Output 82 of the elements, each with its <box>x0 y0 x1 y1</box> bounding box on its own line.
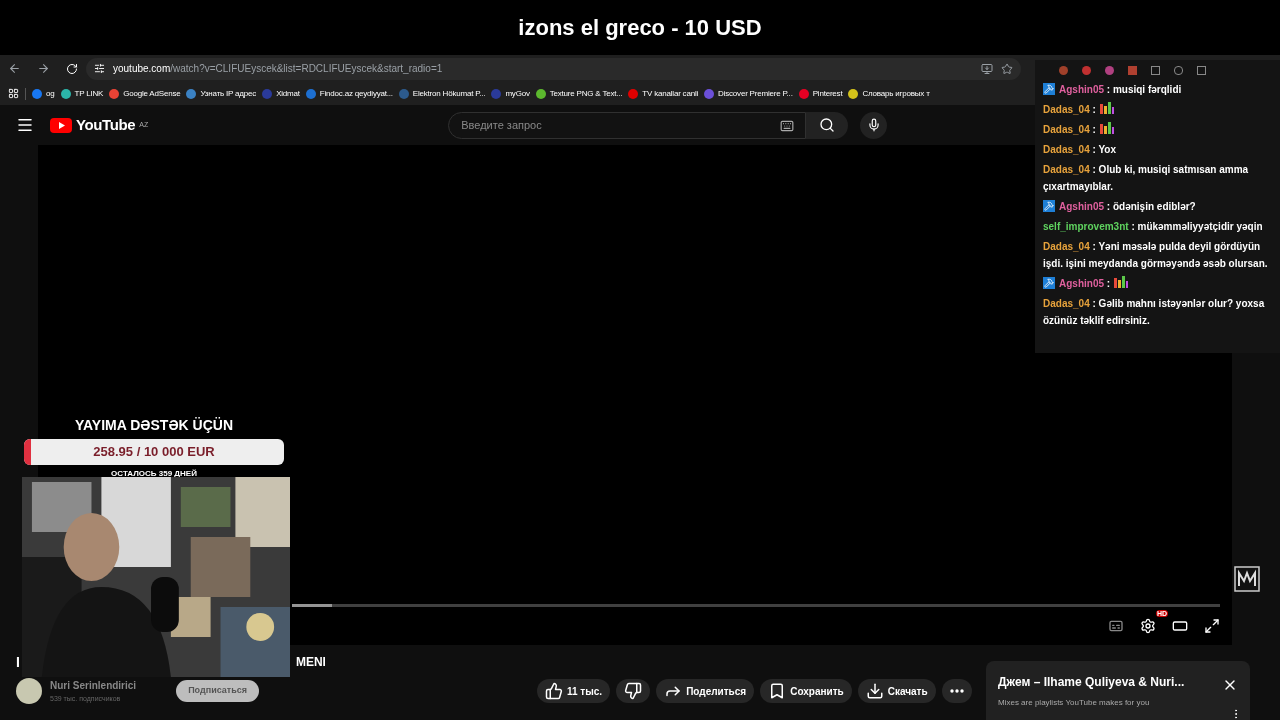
emote-icon <box>1098 101 1115 115</box>
action-button[interactable]: Сохранить <box>760 679 852 703</box>
bookmark-item[interactable]: og <box>32 87 55 100</box>
chat-username: Agshin05 <box>1059 278 1104 289</box>
action-button[interactable]: Скачать <box>857 679 936 703</box>
back-icon[interactable] <box>8 62 21 75</box>
video-title: I <box>16 652 20 672</box>
action-button[interactable]: Поделиться <box>656 679 755 703</box>
subscribe-button[interactable]: Подписаться <box>176 680 259 702</box>
emote-icon <box>1112 275 1129 289</box>
theater-mode-icon[interactable] <box>1172 618 1188 634</box>
channel-logo-icon <box>1234 566 1260 592</box>
donation-title: YAYIMA DƏSTƏK ÜÇÜN <box>75 416 233 435</box>
chat-message: Dadas_04 : Yox <box>1043 143 1117 157</box>
bookmark-item[interactable]: TV kanallar canli <box>628 87 699 100</box>
install-icon[interactable] <box>981 62 993 75</box>
menu-icon[interactable] <box>16 116 34 134</box>
donation-amount: 258.95 / 10 000 EUR <box>93 443 215 462</box>
chat-message: Agshin05 : ödənişin ediblər? <box>1059 200 1196 214</box>
fullscreen-icon[interactable] <box>1204 618 1220 634</box>
extension-icon[interactable] <box>1059 65 1068 75</box>
donation-remaining: ОСТАЛОСЬ 359 ДНЕЙ <box>111 468 197 480</box>
reload-icon[interactable] <box>66 62 78 75</box>
download-icon <box>865 682 884 700</box>
channel-name[interactable]: Nuri Serinlendirici <box>50 680 137 691</box>
emote-icon <box>1098 121 1115 135</box>
extension-icon[interactable] <box>1105 65 1114 75</box>
video-title-end: MENI <box>295 654 326 671</box>
thumbs-up-icon <box>545 682 563 700</box>
voice-search-button[interactable] <box>860 111 888 139</box>
hammer-icon <box>1043 277 1055 289</box>
star-icon[interactable] <box>1001 62 1013 75</box>
thumbs-down-icon <box>624 682 643 700</box>
progress-track[interactable] <box>292 604 1220 607</box>
apps-icon[interactable] <box>8 88 19 99</box>
settings-icon[interactable] <box>1140 618 1156 634</box>
address-bar[interactable]: youtube.com/watch?v=CLIFUEyscek&list=RDCLIFUEyscek&start_radio=1 <box>86 57 1021 80</box>
chat-separator: : <box>1106 278 1111 289</box>
bookmark-item[interactable]: Xidmat <box>262 87 300 100</box>
mic-icon <box>866 118 881 132</box>
action-button[interactable] <box>616 679 651 703</box>
mix-title: Джем – Ilhame Quliyeva & Nuri... <box>998 674 1185 691</box>
chat-username: Dadas_04 <box>1043 104 1090 115</box>
bookmark-item[interactable]: Pinterest <box>798 87 843 100</box>
chat-separator: : <box>1092 124 1096 135</box>
search-button[interactable] <box>806 111 849 139</box>
extension-icon[interactable] <box>1151 65 1160 75</box>
buffered-bar <box>292 604 332 607</box>
chat-username: Dadas_04 <box>1043 124 1090 135</box>
url-text: youtube.com/watch?v=CLIFUEyscek&list=RDCLIFUEyscek&start_radio=1 <box>113 62 443 76</box>
extension-icon[interactable] <box>1174 65 1183 75</box>
site-settings-icon[interactable] <box>94 63 105 74</box>
youtube-logo-icon[interactable] <box>50 117 72 133</box>
bookmark-item[interactable]: Discover Premiere P... <box>704 87 793 100</box>
channel-avatar[interactable] <box>16 678 42 704</box>
forward-icon[interactable] <box>37 62 50 75</box>
search-field[interactable]: Введите запрос <box>448 111 807 139</box>
bookmark-item[interactable]: Словарь игровых т <box>848 87 930 100</box>
bookmark-item[interactable]: TP LINK <box>60 87 104 100</box>
extension-icon[interactable] <box>1197 65 1206 75</box>
action-button[interactable] <box>941 679 972 703</box>
action-button[interactable]: 11 тыс. <box>537 679 611 703</box>
search-icon <box>819 117 836 133</box>
extension-icon[interactable] <box>1082 65 1091 75</box>
extension-icon[interactable] <box>1128 65 1137 75</box>
bookmark-item[interactable]: Elektron Hökumat P... <box>398 87 486 100</box>
hammer-icon <box>1043 200 1055 212</box>
subtitles-icon[interactable] <box>1108 618 1124 634</box>
bookmark-item[interactable]: Texture PNG & Text... <box>535 87 623 100</box>
youtube-wordmark[interactable]: YouTube <box>76 113 136 137</box>
bookmark-item[interactable]: Google AdSense <box>109 87 181 100</box>
chat-message: Agshin05 : musiqi fərqlidi <box>1059 83 1182 97</box>
more-icon <box>949 689 964 693</box>
bookmark-item[interactable]: Узнать IP адрес <box>186 87 257 100</box>
stream-title: izons el greco - 10 USD <box>518 14 762 42</box>
keyboard-icon[interactable] <box>780 118 795 133</box>
bookmark-item[interactable]: myGov <box>491 87 530 100</box>
mix-card[interactable]: Джем – Ilhame Quliyeva & Nuri... Mixes are playlists YouTube makes for you <box>986 661 1250 720</box>
hammer-icon <box>1043 83 1055 95</box>
mix-subtitle: Mixes are playlists YouTube makes for you <box>998 697 1151 709</box>
chat-separator: : <box>1092 104 1096 115</box>
bookmark-item[interactable]: Findoc.az qeydiyyat... <box>305 87 393 100</box>
